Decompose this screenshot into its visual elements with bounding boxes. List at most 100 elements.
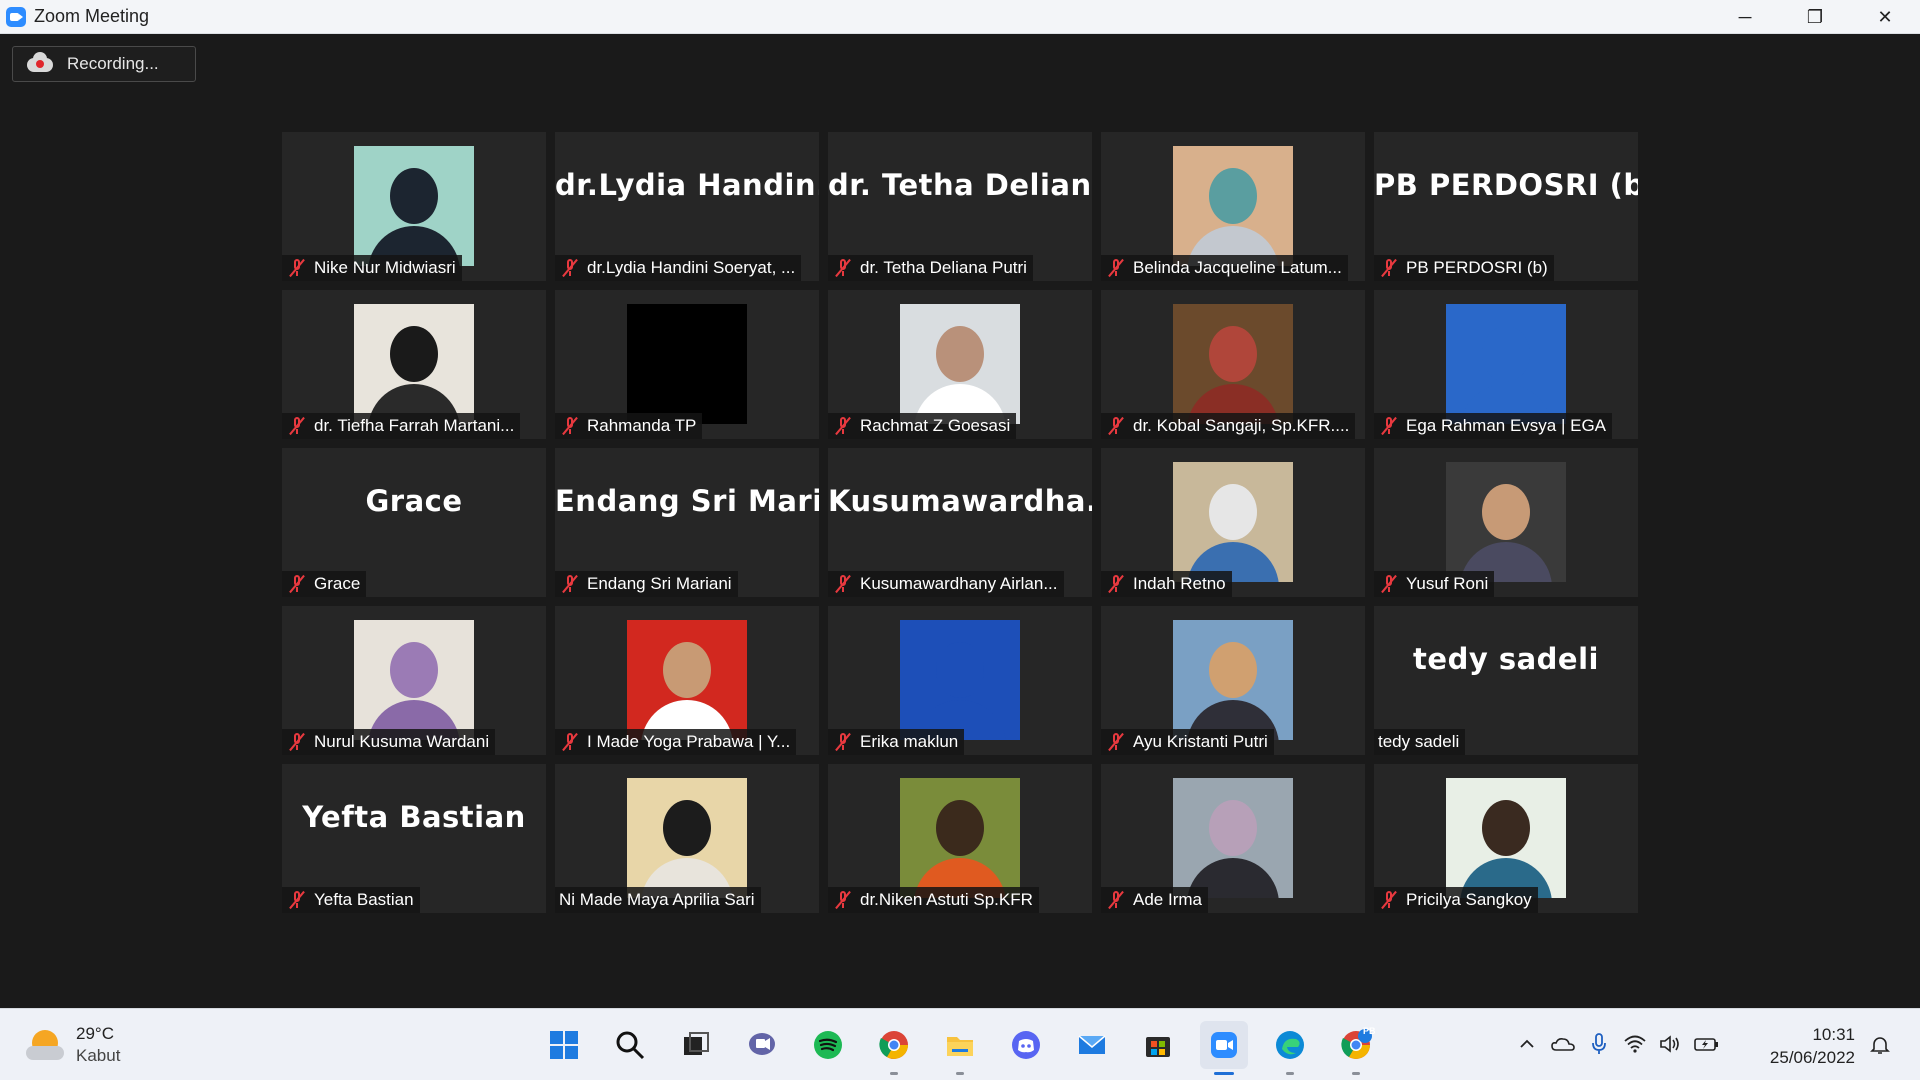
gallery-grid: Nike Nur Midwiasri dr.Lydia Handin...dr.L… <box>282 132 1638 913</box>
participant-tile[interactable]: PB PERDOSRI (b) PB PERDOSRI (b) <box>1374 132 1638 281</box>
wifi-icon[interactable] <box>1620 1029 1650 1059</box>
discord-icon[interactable] <box>1002 1021 1050 1069</box>
spotify-icon[interactable] <box>804 1021 852 1069</box>
file-explorer-icon[interactable] <box>936 1021 984 1075</box>
participant-tile[interactable]: Pricilya Sangkoy <box>1374 764 1638 913</box>
edge-icon[interactable] <box>1266 1021 1314 1075</box>
participant-tile[interactable]: Ayu Kristanti Putri <box>1101 606 1365 755</box>
participant-video <box>1173 462 1293 582</box>
restore-button[interactable]: ❐ <box>1780 0 1850 34</box>
mic-muted-icon <box>559 257 581 279</box>
mic-muted-icon <box>559 731 581 753</box>
participant-tile[interactable]: dr. Tetha Delian... dr. Tetha Deliana Put… <box>828 132 1092 281</box>
mic-muted-icon <box>1378 889 1400 911</box>
participant-display-name: Endang Sri Mari... <box>555 484 819 518</box>
participant-tile[interactable]: dr. Kobal Sangaji, Sp.KFR.... <box>1101 290 1365 439</box>
participant-video <box>1173 146 1293 266</box>
participant-tile[interactable]: dr.Lydia Handin... dr.Lydia Handini Soery… <box>555 132 819 281</box>
participant-name: Ayu Kristanti Putri <box>1133 732 1268 751</box>
zoom-icon[interactable] <box>1200 1021 1248 1075</box>
participant-tile[interactable]: Rachmat Z Goesasi <box>828 290 1092 439</box>
chrome-profile-icon[interactable]: PB <box>1332 1021 1380 1075</box>
system-tray <box>1512 1029 1728 1059</box>
clock[interactable]: 10:31 25/06/2022 <box>1755 1023 1855 1069</box>
participant-tile[interactable]: Erika maklun <box>828 606 1092 755</box>
chrome-icon[interactable] <box>870 1021 918 1075</box>
participant-tile[interactable]: Indah Retno <box>1101 448 1365 597</box>
teams-chat-icon[interactable] <box>738 1021 786 1069</box>
participant-video <box>354 620 474 740</box>
mail-icon[interactable] <box>1068 1021 1116 1069</box>
mic-muted-icon <box>1378 257 1400 279</box>
participant-name-label: Erika maklun <box>828 729 965 755</box>
participant-tile[interactable]: tedy sadeli tedy sadeli <box>1374 606 1638 755</box>
participant-name-label: Belinda Jacqueline Latum... <box>1101 255 1348 281</box>
participant-video <box>900 620 1020 740</box>
windows-start-icon[interactable] <box>540 1021 588 1069</box>
participant-tile[interactable]: Yefta Bastian Yefta Bastian <box>282 764 546 913</box>
participant-tile[interactable]: Kusumawardha... Kusumawardhany Airlan... <box>828 448 1092 597</box>
participant-name-label: Yusuf Roni <box>1374 571 1495 597</box>
participant-name: Yusuf Roni <box>1406 574 1489 593</box>
mic-muted-icon <box>1105 257 1127 279</box>
minimize-button[interactable]: ─ <box>1710 0 1780 34</box>
participant-name-label: Ni Made Maya Aprilia Sari <box>555 887 761 913</box>
participant-tile[interactable]: Grace Grace <box>282 448 546 597</box>
participant-tile[interactable]: Ega Rahman Evsya | EGA <box>1374 290 1638 439</box>
participant-display-name: dr. Tetha Delian... <box>828 168 1092 202</box>
participant-name: Rahmanda TP <box>587 416 697 435</box>
participant-name: Ega Rahman Evsya | EGA <box>1406 416 1607 435</box>
recording-indicator[interactable]: Recording... <box>12 46 196 82</box>
mic-muted-icon <box>1378 573 1400 595</box>
notification-icon[interactable] <box>1866 1031 1894 1059</box>
participant-video <box>1173 620 1293 740</box>
participant-name-label: Kusumawardhany Airlan... <box>828 571 1064 597</box>
participant-display-name: Kusumawardha... <box>828 484 1092 518</box>
participant-tile[interactable]: Endang Sri Mari... Endang Sri Mariani <box>555 448 819 597</box>
title-bar: Zoom Meeting ─ ❐ ✕ <box>0 0 1920 34</box>
participant-name: dr. Tetha Deliana Putri <box>860 258 1027 277</box>
battery-icon[interactable] <box>1692 1029 1722 1059</box>
task-view-icon[interactable] <box>672 1021 720 1069</box>
participant-name-label: dr. Tetha Deliana Putri <box>828 255 1033 281</box>
participant-tile[interactable]: dr.Niken Astuti Sp.KFR <box>828 764 1092 913</box>
microphone-icon[interactable] <box>1584 1029 1614 1059</box>
participant-tile[interactable]: Nike Nur Midwiasri <box>282 132 546 281</box>
participant-name-label: Nurul Kusuma Wardani <box>282 729 496 755</box>
mic-muted-icon <box>286 573 308 595</box>
microsoft-store-icon[interactable] <box>1134 1021 1182 1069</box>
cloud-recording-icon <box>27 52 53 74</box>
search-icon[interactable] <box>606 1021 654 1069</box>
participant-tile[interactable]: Belinda Jacqueline Latum... <box>1101 132 1365 281</box>
participant-tile[interactable]: Nurul Kusuma Wardani <box>282 606 546 755</box>
weather-widget[interactable]: 29°C Kabut <box>26 1023 120 1067</box>
participant-name-label: Yefta Bastian <box>282 887 420 913</box>
participant-name-label: Nike Nur Midwiasri <box>282 255 462 281</box>
participant-name: Nurul Kusuma Wardani <box>314 732 490 751</box>
close-button[interactable]: ✕ <box>1850 0 1920 34</box>
clock-date: 25/06/2022 <box>1769 1048 1855 1067</box>
mic-muted-icon <box>832 573 854 595</box>
participant-name: Grace <box>314 574 361 593</box>
mic-muted-icon <box>286 257 308 279</box>
participant-name-label: Grace <box>282 571 367 597</box>
participant-display-name: Grace <box>365 484 463 518</box>
onedrive-icon[interactable] <box>1548 1029 1578 1059</box>
participant-video <box>900 304 1020 424</box>
chevron-up-icon[interactable] <box>1512 1029 1542 1059</box>
participant-name: dr.Niken Astuti Sp.KFR <box>860 890 1033 909</box>
participant-name: dr. Kobal Sangaji, Sp.KFR.... <box>1133 416 1350 435</box>
taskbar-apps: PB <box>540 1021 1398 1075</box>
participant-tile[interactable]: Yusuf Roni <box>1374 448 1638 597</box>
participant-video <box>1446 778 1566 898</box>
fog-weather-icon <box>26 1028 66 1062</box>
participant-tile[interactable]: Rahmanda TP <box>555 290 819 439</box>
volume-icon[interactable] <box>1656 1029 1686 1059</box>
participant-tile[interactable]: Ni Made Maya Aprilia Sari <box>555 764 819 913</box>
participant-tile[interactable]: Ade Irma <box>1101 764 1365 913</box>
participant-tile[interactable]: I Made Yoga Prabawa | Y... <box>555 606 819 755</box>
mic-muted-icon <box>832 731 854 753</box>
participant-name-label: Endang Sri Mariani <box>555 571 738 597</box>
participant-tile[interactable]: dr. Tiefha Farrah Martani... <box>282 290 546 439</box>
mic-muted-icon <box>1105 731 1127 753</box>
